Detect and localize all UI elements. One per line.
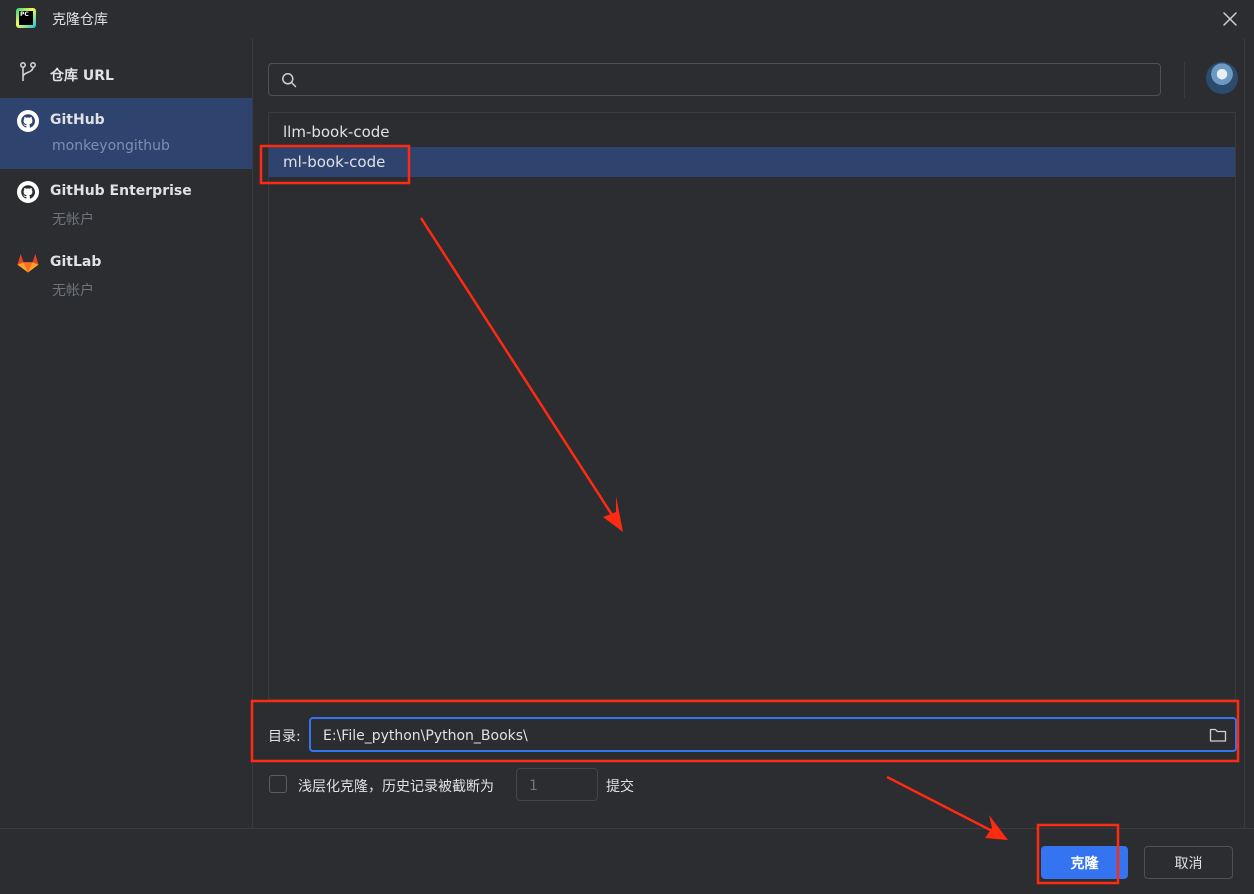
toolbar-separator <box>1184 62 1185 98</box>
github-account-name: monkeyongithub <box>52 138 170 154</box>
github-icon <box>17 181 39 203</box>
clone-depth-input[interactable] <box>527 774 591 798</box>
search-icon <box>282 73 297 88</box>
title-bar: PC 克隆仓库 <box>0 0 1254 38</box>
directory-input[interactable] <box>321 724 1185 748</box>
sidebar-item-label: GitHub <box>50 112 105 128</box>
close-icon <box>1223 12 1237 26</box>
dialog-footer: 克隆 取消 <box>0 828 1254 894</box>
account-avatar[interactable] <box>1206 62 1238 94</box>
repository-item-llm-book-code[interactable]: llm-book-code <box>269 117 1235 147</box>
clone-depth-field[interactable] <box>516 768 598 801</box>
sidebar-item-label: 仓库 URL <box>50 68 114 84</box>
repository-list[interactable]: llm-book-code ml-book-code <box>268 112 1236 700</box>
close-button[interactable] <box>1220 9 1240 29</box>
sidebar-item-gitlab[interactable]: GitLab 无帐户 <box>0 240 252 311</box>
sidebar-item-github[interactable]: GitHub monkeyongithub <box>0 98 252 169</box>
shallow-clone-checkbox[interactable] <box>269 775 287 793</box>
gitlab-icon <box>17 254 39 273</box>
cancel-button[interactable]: 取消 <box>1144 846 1233 879</box>
background-window-edge <box>1244 38 1254 828</box>
sidebar-item-label: GitLab <box>50 254 102 270</box>
directory-field[interactable] <box>309 717 1237 752</box>
sidebar-item-status: 无帐户 <box>52 283 94 299</box>
clone-button[interactable]: 克隆 <box>1041 846 1128 879</box>
sidebar-item-label: GitHub Enterprise <box>50 183 192 199</box>
sidebar-item-status: 无帐户 <box>52 212 94 228</box>
commits-suffix-label: 提交 <box>606 779 634 795</box>
github-icon <box>17 110 39 132</box>
shallow-clone-label: 浅层化克隆，历史记录被截断为 <box>298 779 494 795</box>
repository-search[interactable] <box>268 63 1161 96</box>
folder-icon[interactable] <box>1209 727 1227 743</box>
git-branch-icon <box>20 61 37 81</box>
pycharm-logo-icon: PC <box>16 8 36 28</box>
window-title: 克隆仓库 <box>52 12 108 28</box>
search-input[interactable] <box>303 68 1147 94</box>
provider-sidebar: 仓库 URL GitHub monkeyongithub GitHub Ente… <box>0 38 253 828</box>
repository-panel: llm-book-code ml-book-code 目录: 浅层化克隆，历史记… <box>253 38 1254 828</box>
sidebar-item-repo-url[interactable]: 仓库 URL <box>0 38 252 98</box>
sidebar-item-github-enterprise[interactable]: GitHub Enterprise 无帐户 <box>0 169 252 240</box>
repository-item-ml-book-code[interactable]: ml-book-code <box>269 147 1235 177</box>
directory-label: 目录: <box>268 729 301 745</box>
